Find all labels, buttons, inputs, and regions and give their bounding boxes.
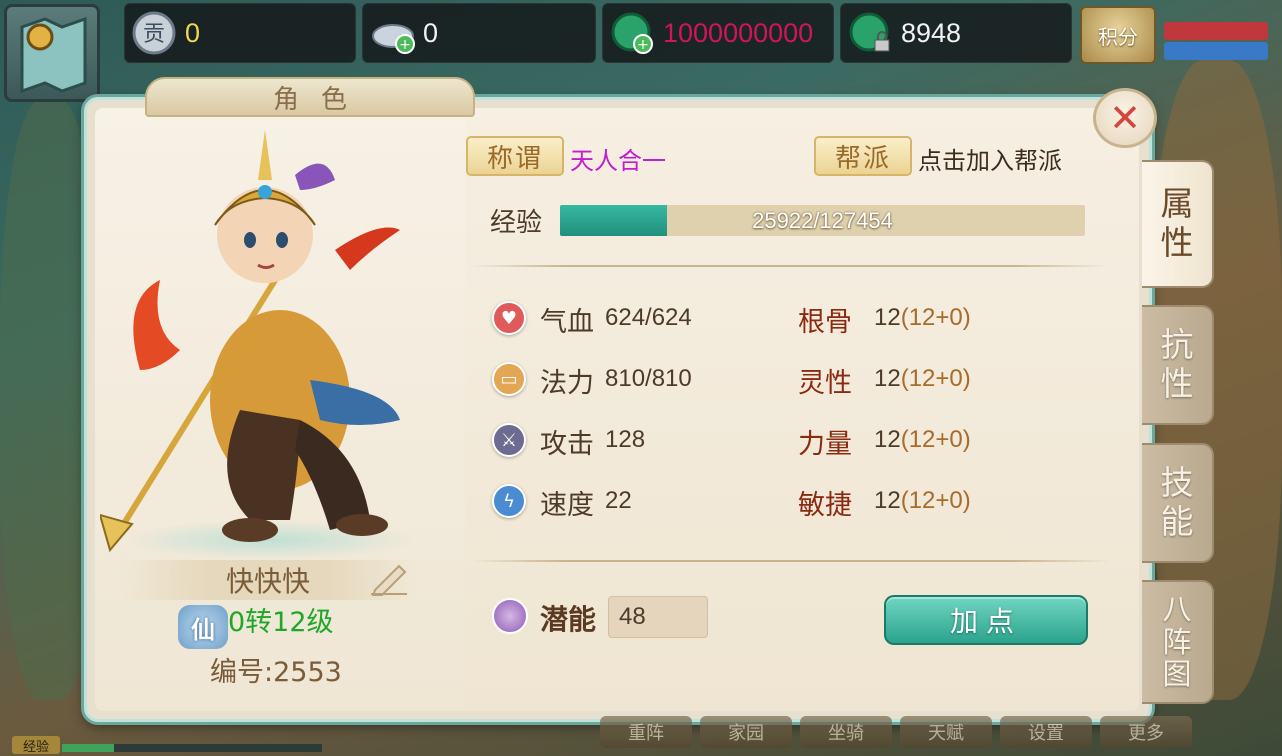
tab-formation[interactable]: 八 阵 图 bbox=[1142, 580, 1214, 704]
panel-title: 角色 bbox=[272, 84, 369, 115]
bottom-menu-bar: 重阵 家园 坐骑 天赋 设置 更多 bbox=[600, 712, 1260, 756]
character-level: 0转12级 bbox=[228, 607, 334, 638]
realm-badge-label: 仙 bbox=[191, 615, 215, 644]
mana-scroll-icon: ▭ bbox=[492, 362, 526, 396]
score-button[interactable]: 积分 bbox=[1080, 6, 1156, 64]
speed-lightning-icon: ϟ bbox=[492, 484, 526, 518]
rename-pen-icon[interactable] bbox=[367, 560, 411, 597]
stat-hp-label: 气血 bbox=[540, 307, 594, 338]
character-id: 编号:2553 bbox=[210, 657, 342, 688]
bottom-menu-talent[interactable]: 天赋 bbox=[900, 716, 992, 748]
panel-title-tab: 角色 bbox=[145, 77, 475, 117]
jade-add-icon[interactable]: + bbox=[609, 10, 655, 56]
exp-mini-fill bbox=[62, 744, 114, 752]
stat-speed-label: 速度 bbox=[540, 490, 594, 521]
attr-constitution-label: 根骨 bbox=[798, 307, 852, 338]
exp-mini-label: 经验 bbox=[12, 736, 60, 755]
bottom-menu-home[interactable]: 家园 bbox=[700, 716, 792, 748]
title-value: 天人合一 bbox=[570, 147, 666, 175]
tab-skills[interactable]: 技 能 bbox=[1142, 443, 1214, 563]
potential-value: 48 bbox=[608, 596, 708, 638]
bottom-menu-mount[interactable]: 坐骑 bbox=[800, 716, 892, 748]
jade-currency: + 1000000000 bbox=[602, 3, 834, 63]
silver-value: 0 bbox=[423, 17, 439, 48]
stat-mp-value: 810/810 bbox=[605, 365, 692, 392]
contribution-currency: 贡 0 bbox=[124, 3, 356, 63]
tab-attributes[interactable]: 属 性 bbox=[1142, 160, 1214, 288]
character-name: 快快快 bbox=[225, 565, 310, 598]
guild-join-link[interactable]: 点击加入帮派 bbox=[918, 141, 1062, 176]
close-icon: ✕ bbox=[1109, 96, 1141, 140]
locked-jade-currency: 8948 bbox=[840, 3, 1072, 63]
attr-spirit-label: 灵性 bbox=[798, 368, 852, 399]
stat-hp-value: 624/624 bbox=[605, 304, 692, 331]
bottom-menu-more[interactable]: 更多 bbox=[1100, 716, 1192, 748]
map-icon bbox=[20, 16, 87, 94]
jade-value: 1000000000 bbox=[663, 17, 814, 48]
stat-mp-label: 法力 bbox=[540, 368, 594, 399]
title-button[interactable]: 称谓 bbox=[466, 136, 564, 176]
tab-skills-label: 技 能 bbox=[1160, 463, 1194, 541]
potential-label: 潜能 bbox=[540, 603, 597, 636]
stat-attack-label: 攻击 bbox=[540, 429, 594, 460]
realm-badge-icon: 仙 bbox=[178, 605, 228, 649]
guild-button[interactable]: 帮派 bbox=[814, 136, 912, 176]
silver-ingot-icon[interactable]: + bbox=[369, 10, 415, 56]
bottom-menu-settings[interactable]: 设置 bbox=[1000, 716, 1092, 748]
exp-text: 25922/127454 bbox=[752, 207, 893, 233]
tab-attributes-label: 属 性 bbox=[1160, 184, 1194, 262]
attr-agility-label: 敏捷 bbox=[798, 490, 852, 521]
contribution-coin-icon: 贡 bbox=[131, 10, 177, 56]
title-button-label: 称谓 bbox=[486, 143, 543, 174]
score-label: 积分 bbox=[1098, 24, 1138, 49]
potential-icon bbox=[492, 598, 528, 634]
close-button[interactable]: ✕ bbox=[1093, 88, 1157, 148]
divider-top bbox=[470, 265, 1110, 267]
hp-heart-icon: ♥ bbox=[492, 301, 526, 335]
exp-bar: 25922/127454 bbox=[560, 205, 1085, 236]
stat-speed-value: 22 bbox=[605, 487, 632, 514]
attack-sword-icon: ⚔ bbox=[492, 423, 526, 457]
attr-agility-value: 12(12+0) bbox=[874, 487, 971, 514]
attr-strength-label: 力量 bbox=[798, 429, 852, 460]
jade-locked-icon bbox=[847, 10, 893, 56]
stat-attack-value: 128 bbox=[605, 426, 646, 453]
mp-mini-bar bbox=[1164, 42, 1268, 60]
world-map-button[interactable] bbox=[4, 4, 100, 102]
add-points-label: 加点 bbox=[949, 605, 1022, 638]
bottom-menu-formation[interactable]: 重阵 bbox=[600, 716, 692, 748]
silver-currency: + 0 bbox=[362, 3, 596, 63]
attr-strength-value: 12(12+0) bbox=[874, 426, 971, 453]
tab-resistance[interactable]: 抗 性 bbox=[1142, 305, 1214, 425]
attr-spirit-value: 12(12+0) bbox=[874, 365, 971, 392]
guild-button-label: 帮派 bbox=[834, 143, 891, 174]
character-portrait bbox=[98, 120, 440, 560]
hp-mini-bar bbox=[1164, 22, 1268, 40]
divider-bottom bbox=[470, 560, 1110, 562]
svg-text:+: + bbox=[399, 37, 411, 53]
svg-text:贡: 贡 bbox=[143, 22, 165, 47]
contribution-value: 0 bbox=[185, 17, 201, 48]
locked-jade-value: 8948 bbox=[901, 17, 962, 48]
add-points-button[interactable]: 加点 bbox=[884, 595, 1088, 645]
attr-constitution-value: 12(12+0) bbox=[874, 304, 971, 331]
exp-label: 经验 bbox=[490, 208, 543, 238]
tab-resistance-label: 抗 性 bbox=[1160, 325, 1194, 403]
svg-text:+: + bbox=[637, 37, 649, 53]
tab-formation-label: 八 阵 图 bbox=[1162, 592, 1192, 692]
